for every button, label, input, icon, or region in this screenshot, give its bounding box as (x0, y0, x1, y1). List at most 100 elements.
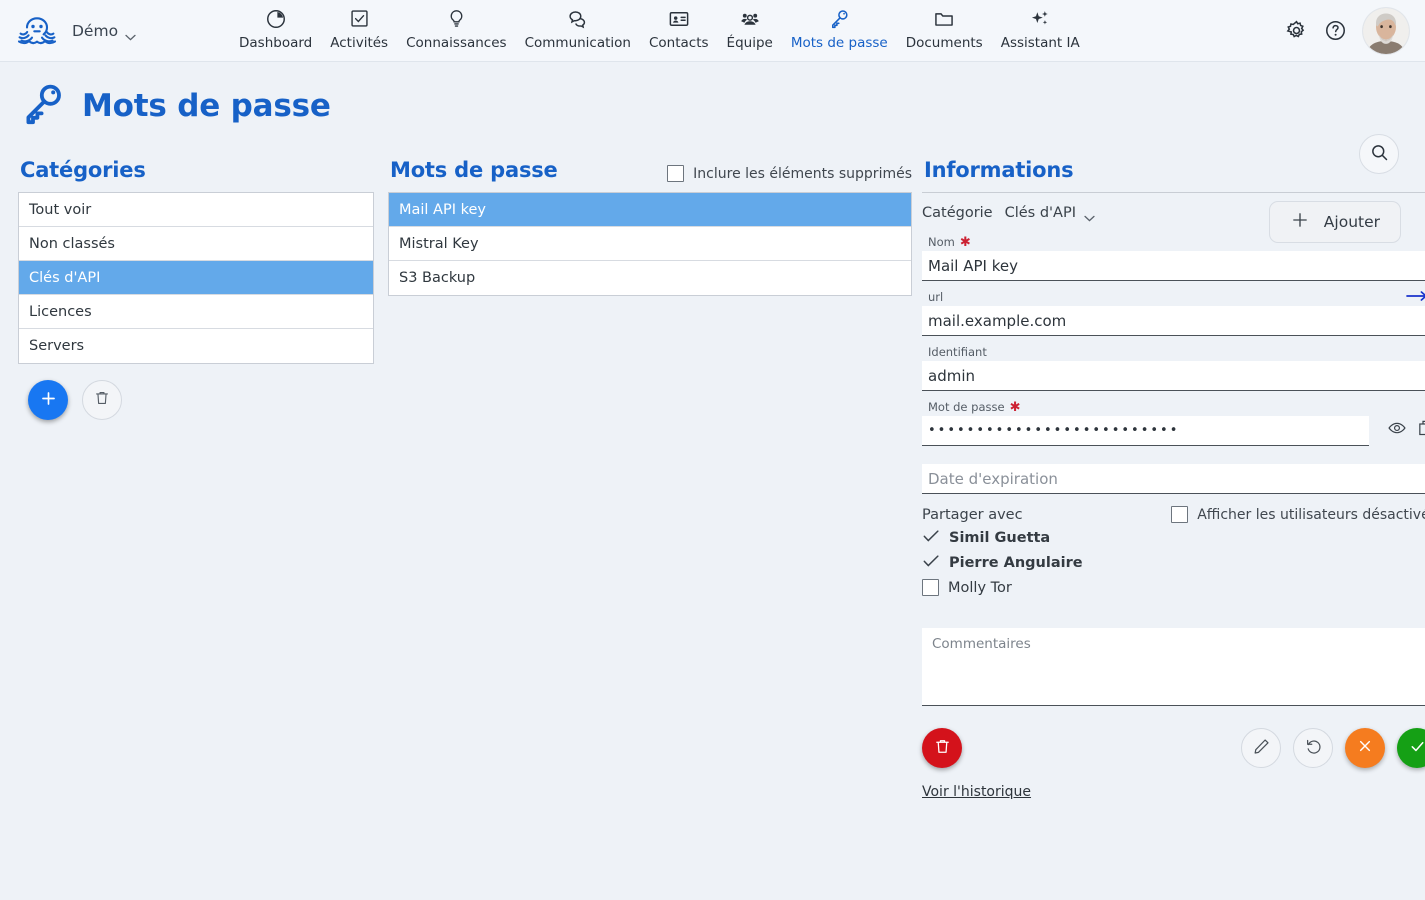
category-dropdown[interactable]: Clés d'API (1005, 205, 1095, 221)
category-label: Clés d'API (29, 269, 101, 286)
password-field: Mot de passe ✱ •••••••••••••••••••••••••… (922, 398, 1425, 446)
arrow-right-icon[interactable] (1405, 288, 1425, 307)
category-row[interactable]: Non classés (19, 227, 373, 261)
key-icon (828, 6, 850, 32)
login-label: Identifiant (928, 345, 987, 359)
password-input[interactable]: •••••••••••••••••••••••••• (922, 416, 1369, 446)
category-label: Tout voir (29, 201, 92, 218)
comments-textarea[interactable]: Commentaires (922, 628, 1425, 706)
passwords-list: Mail API key Mistral Key S3 Backup (388, 192, 912, 296)
nav-item-contacts[interactable]: Contacts (640, 0, 718, 51)
nav-label: Équipe (726, 34, 773, 51)
category-row[interactable]: Licences (19, 295, 373, 329)
plus-icon (1290, 210, 1310, 234)
name-label: Nom (928, 235, 955, 249)
nav-label: Activités (330, 34, 389, 51)
share-user-row[interactable]: Molly Tor (922, 575, 1425, 600)
share-user-row[interactable]: Simil Guetta (922, 525, 1425, 550)
expiry-field: Date d'expiration (922, 464, 1425, 494)
search-button[interactable] (1359, 134, 1399, 174)
category-row[interactable]: Tout voir (19, 193, 373, 227)
nav-label: Contacts (648, 34, 709, 51)
view-history-link[interactable]: Voir l'historique (922, 784, 1031, 800)
page-header: Mots de passe Ajouter (0, 62, 1425, 243)
edit-record-button[interactable] (1241, 728, 1281, 768)
nav-item-equipe[interactable]: Équipe (718, 0, 782, 51)
category-label: Servers (29, 338, 85, 354)
password-label: S3 Backup (399, 270, 476, 286)
checkbox-unchecked-icon (1171, 506, 1189, 523)
nav-item-mots-de-passe[interactable]: Mots de passe (782, 0, 897, 51)
organization-name: Démo (72, 21, 119, 40)
chevron-down-icon (125, 27, 136, 41)
login-label-row: Identifiant (922, 343, 1425, 361)
show-disabled-users-toggle[interactable]: Afficher les utilisateurs désactivés (1171, 506, 1425, 523)
organization-switcher[interactable]: Démo (72, 21, 136, 41)
nav-item-communication[interactable]: Communication (516, 0, 640, 51)
delete-category-button[interactable] (82, 380, 122, 420)
pencil-icon (1252, 737, 1271, 760)
password-label: Mot de passe (928, 400, 1005, 414)
folder-icon (933, 6, 955, 32)
people-icon (739, 6, 761, 32)
required-asterisk: ✱ (959, 234, 971, 250)
category-label: Licences (29, 303, 92, 320)
share-user-row[interactable]: Pierre Angulaire (922, 550, 1425, 575)
share-user-name: Molly Tor (948, 579, 1012, 596)
nav-item-assistant-ia[interactable]: Assistant IA (992, 0, 1089, 51)
key-icon (18, 80, 66, 132)
page-title-wrap: Mots de passe (0, 62, 1425, 132)
add-button-label: Ajouter (1323, 213, 1380, 231)
copy-icon[interactable] (1417, 418, 1425, 442)
url-input[interactable]: mail.example.com (922, 306, 1425, 336)
add-category-button[interactable] (28, 380, 68, 420)
help-circle-icon[interactable] (1324, 19, 1347, 42)
gear-icon[interactable] (1285, 19, 1308, 42)
check-icon (922, 552, 940, 574)
url-label-row: url (922, 288, 1425, 306)
delete-record-button[interactable] (922, 728, 962, 768)
lightbulb-icon (446, 6, 467, 32)
plus-icon (39, 389, 58, 412)
show-disabled-users-label: Afficher les utilisateurs désactivés (1197, 506, 1425, 523)
name-input[interactable]: Mail API key (922, 251, 1425, 281)
nav-item-documents[interactable]: Documents (897, 0, 992, 51)
nav-item-dashboard[interactable]: Dashboard (230, 0, 321, 51)
cancel-button[interactable] (1345, 728, 1385, 768)
password-row[interactable]: S3 Backup (389, 261, 911, 295)
check-icon (1408, 737, 1425, 760)
share-header: Partager avec Afficher les utilisateurs … (922, 506, 1425, 523)
category-row[interactable]: Servers (19, 329, 373, 363)
passwords-header: Mots de passe Inclure les éléments suppr… (388, 158, 912, 182)
nav-item-activites[interactable]: Activités (321, 0, 397, 51)
password-row[interactable]: Mistral Key (389, 227, 911, 261)
eye-icon[interactable] (1387, 418, 1407, 442)
confirm-button[interactable] (1397, 728, 1425, 768)
top-navigation-bar: Démo Dashboard Activités Connaissances C… (0, 0, 1425, 62)
include-deleted-toggle[interactable]: Inclure les éléments supprimés (667, 165, 912, 182)
sparkles-icon (1029, 6, 1051, 32)
content-columns: Catégories Tout voir Non classés Clés d'… (0, 158, 1425, 800)
octopus-logo[interactable] (14, 11, 60, 51)
chat-bubbles-icon (567, 6, 589, 32)
user-avatar[interactable] (1363, 7, 1409, 54)
record-action-bar (922, 728, 1425, 768)
password-label: Mail API key (399, 201, 486, 218)
password-row-selected[interactable]: Mail API key (389, 193, 911, 227)
checkbox-unchecked-icon (667, 165, 685, 182)
categories-actions (18, 380, 374, 420)
informations-title: Informations (924, 158, 1074, 182)
chevron-down-icon (1084, 210, 1095, 221)
name-field: Nom ✱ Mail API key (922, 233, 1425, 281)
password-label: Mistral Key (399, 235, 479, 252)
expiry-input[interactable]: Date d'expiration (922, 464, 1425, 494)
divider (922, 192, 1425, 193)
nav-item-connaissances[interactable]: Connaissances (397, 0, 515, 51)
category-row-selected[interactable]: Clés d'API (19, 261, 373, 295)
login-input[interactable]: admin (922, 361, 1425, 391)
password-actions (1369, 418, 1425, 446)
passwords-panel: Mots de passe Inclure les éléments suppr… (388, 158, 912, 296)
revert-record-button[interactable] (1293, 728, 1333, 768)
check-icon (922, 527, 940, 549)
informations-panel: Informations Catégorie Clés d'API Nom ✱ … (922, 158, 1425, 800)
